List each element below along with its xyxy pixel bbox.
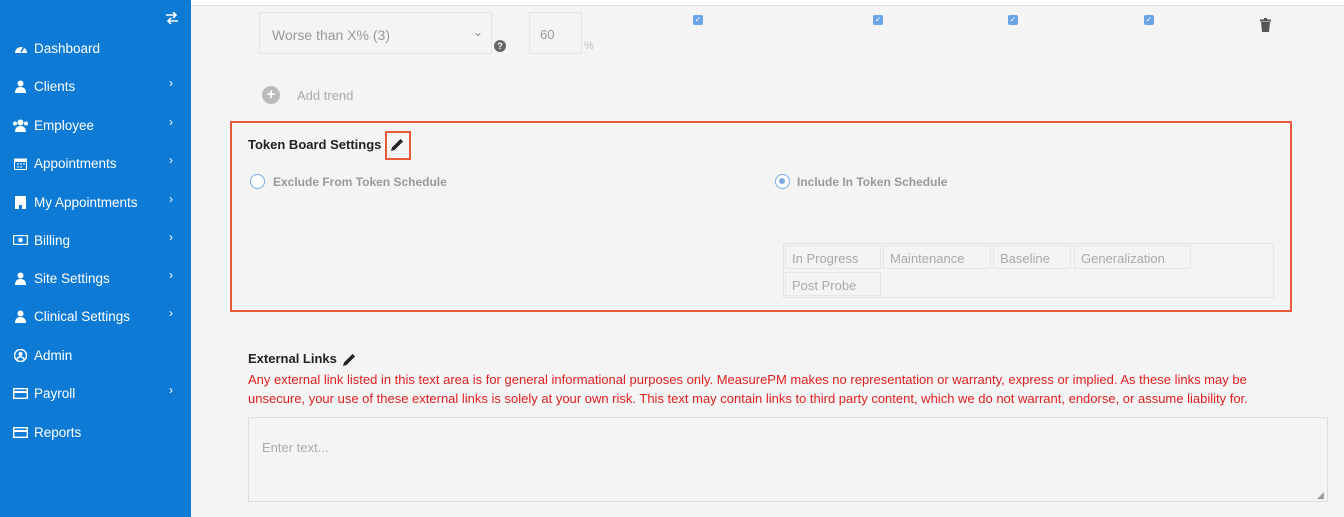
sidebar-item-site-settings[interactable]: Site Settings › — [12, 268, 187, 288]
user-icon — [12, 79, 29, 93]
top-bar — [0, 0, 1344, 6]
chevron-right-icon: › — [169, 268, 173, 282]
trend-checkbox[interactable]: ✓ — [873, 15, 883, 25]
include-token-radio[interactable] — [775, 174, 790, 189]
chevron-right-icon: › — [169, 76, 173, 90]
trend-select[interactable]: Worse than X% (3) ⌄ — [259, 12, 492, 54]
sidebar-item-employee[interactable]: Employee › — [12, 115, 187, 135]
chevron-right-icon: › — [169, 230, 173, 244]
question-circle-icon[interactable]: ? — [494, 40, 506, 52]
swap-icon[interactable] — [165, 11, 179, 27]
phase-tag[interactable]: Post Probe — [785, 272, 881, 296]
sidebar-item-label: Employee — [34, 117, 95, 133]
users-icon — [12, 118, 29, 132]
percent-input-value: 60 — [540, 27, 555, 42]
building-icon — [12, 195, 29, 209]
user-circle-icon — [12, 348, 29, 362]
sidebar-item-clinical-settings[interactable]: Clinical Settings › — [12, 306, 187, 326]
phase-tag[interactable]: In Progress — [785, 245, 881, 269]
trend-checkbox[interactable]: ✓ — [693, 15, 703, 25]
percent-unit: % — [584, 40, 594, 52]
exclude-token-radio[interactable] — [250, 174, 265, 189]
chevron-right-icon: › — [169, 383, 173, 397]
external-links-title: External Links — [248, 351, 337, 366]
token-board-title: Token Board Settings — [248, 137, 382, 152]
trend-checkbox[interactable]: ✓ — [1008, 15, 1018, 25]
sidebar-item-label: Payroll — [34, 385, 76, 401]
external-links-disclaimer: unsecure, your use of these external lin… — [248, 391, 1248, 406]
sidebar-item-dashboard[interactable]: Dashboard — [12, 38, 187, 58]
sidebar-item-appointments[interactable]: Appointments › — [12, 153, 187, 173]
sidebar-item-label: Dashboard — [34, 40, 101, 56]
credit-card-icon — [12, 425, 29, 439]
calendar-icon — [12, 156, 29, 170]
sidebar-item-label: Site Settings — [34, 270, 110, 286]
add-trend-icon[interactable]: + — [262, 86, 280, 104]
sidebar-item-label: Clients — [34, 78, 76, 94]
sidebar-item-label: Reports — [34, 424, 82, 440]
include-token-label: Include In Token Schedule — [797, 175, 948, 189]
external-links-disclaimer: Any external link listed in this text ar… — [248, 372, 1247, 387]
trend-select-value: Worse than X% (3) — [272, 27, 391, 43]
chevron-right-icon: › — [169, 306, 173, 320]
sidebar: Dashboard Clients › Employee › Appointme… — [0, 0, 191, 517]
external-links-textarea[interactable]: Enter text... — [248, 417, 1328, 502]
trash-icon[interactable] — [1260, 18, 1271, 32]
chevron-right-icon: › — [169, 115, 173, 129]
sidebar-item-admin[interactable]: Admin — [12, 345, 187, 365]
chevron-right-icon: › — [169, 192, 173, 206]
pencil-icon[interactable] — [343, 353, 356, 366]
sidebar-item-reports[interactable]: Reports — [12, 422, 187, 442]
exclude-token-label: Exclude From Token Schedule — [273, 175, 447, 189]
resize-grip-icon[interactable]: ◢ — [1317, 490, 1324, 501]
sidebar-item-label: Admin — [34, 347, 73, 363]
money-icon — [12, 233, 29, 247]
trend-checkbox[interactable]: ✓ — [1144, 15, 1154, 25]
sidebar-item-label: Billing — [34, 232, 71, 248]
chevron-down-icon: ⌄ — [472, 25, 483, 39]
sidebar-item-payroll[interactable]: Payroll › — [12, 383, 187, 403]
sidebar-item-clients[interactable]: Clients › — [12, 76, 187, 96]
user-icon — [12, 309, 29, 323]
sidebar-item-label: Appointments — [34, 155, 117, 171]
percent-input[interactable]: 60 — [529, 12, 582, 54]
phase-tag[interactable]: Maintenance — [883, 245, 991, 269]
phase-tag[interactable]: Generalization — [1074, 245, 1191, 269]
textarea-placeholder: Enter text... — [262, 440, 329, 455]
pencil-icon[interactable] — [391, 138, 404, 151]
phase-tag[interactable]: Baseline — [993, 245, 1071, 269]
sidebar-item-label: Clinical Settings — [34, 308, 131, 324]
credit-card-icon — [12, 386, 29, 400]
tachometer-icon — [12, 41, 29, 55]
add-trend-button[interactable]: Add trend — [297, 88, 353, 103]
user-icon — [12, 271, 29, 285]
sidebar-item-my-appointments[interactable]: My Appointments › — [12, 192, 187, 212]
sidebar-item-label: My Appointments — [34, 194, 138, 210]
chevron-right-icon: › — [169, 153, 173, 167]
sidebar-item-billing[interactable]: Billing › — [12, 230, 187, 250]
